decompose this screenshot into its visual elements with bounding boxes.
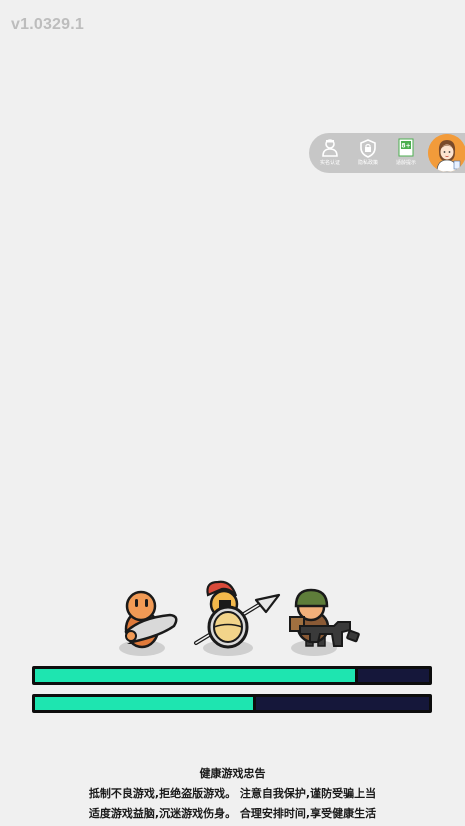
game-screen: v1.0329.1 实名认证 隐私政策 8+ 适龄提示 健康游戏忠告 抵制不良游… bbox=[0, 0, 465, 826]
health-notice-line-1: 抵制不良游戏,拒绝盗版游戏。 注意自我保护,谨防受骗上当 bbox=[88, 787, 377, 800]
rifle-soldier bbox=[289, 588, 360, 647]
club-caveman bbox=[124, 590, 178, 649]
loading-bar-1-fill bbox=[35, 669, 359, 682]
health-notice-line-2: 适度游戏益脑,沉迷游戏伤身。 合理安排时间,享受健康生活 bbox=[88, 807, 377, 820]
loading-bar-1 bbox=[32, 666, 432, 685]
health-notice-title: 健康游戏忠告 bbox=[199, 767, 266, 780]
spartan-spearman bbox=[194, 580, 281, 649]
loading-bar-2-fill bbox=[35, 697, 256, 710]
loading-bar-2 bbox=[32, 694, 432, 713]
